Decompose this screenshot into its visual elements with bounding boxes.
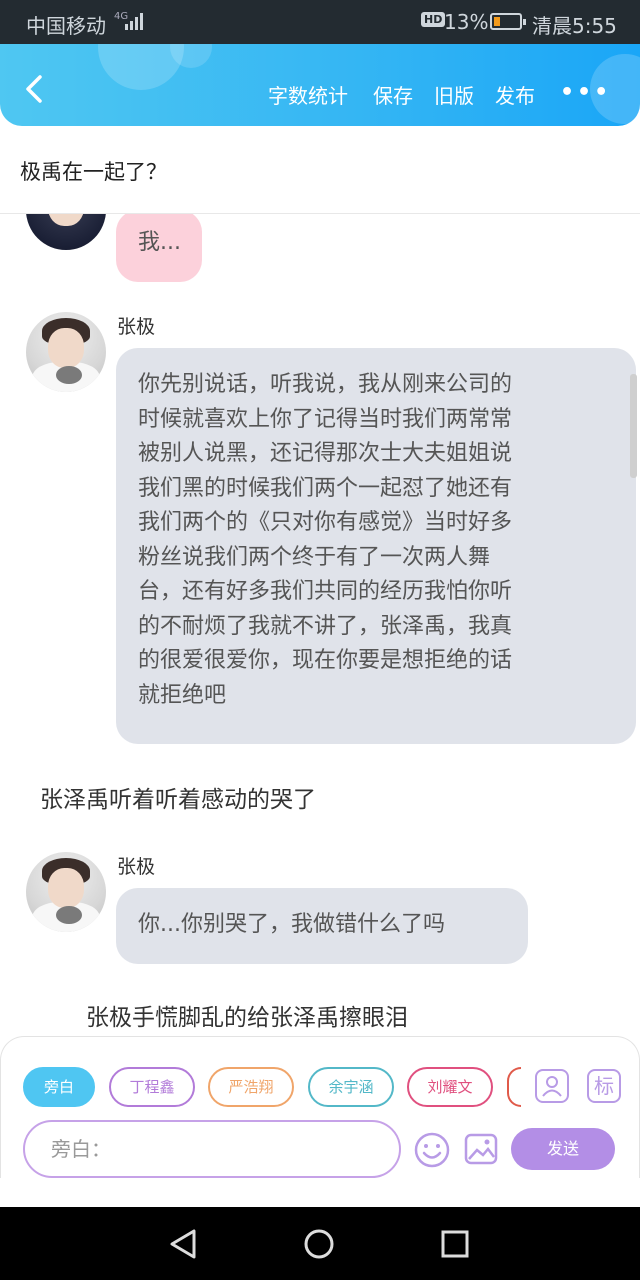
avatar[interactable] [26, 214, 106, 250]
back-icon[interactable] [22, 74, 46, 104]
avatar[interactable] [26, 312, 106, 392]
role-chip-ding[interactable]: 丁程鑫 [109, 1067, 195, 1107]
person-card-icon[interactable] [535, 1069, 569, 1103]
message-line: 你先别说话，听我说，我从刚来公司的 [138, 372, 513, 397]
battery-icon [490, 13, 526, 30]
role-chip-yu[interactable]: 余宇涵 [308, 1067, 394, 1107]
message-line: 的很爱很爱你，现在你要是想拒绝的话 [138, 648, 513, 673]
narration-text[interactable]: 张极手慌脚乱的给张泽禹擦眼泪 [86, 998, 408, 1032]
tag-icon[interactable]: 标 [587, 1069, 621, 1103]
home-nav-icon[interactable] [302, 1227, 336, 1261]
send-button[interactable]: 发送 [511, 1128, 615, 1170]
sender-name: 张极 [117, 316, 156, 338]
recents-nav-icon[interactable] [438, 1227, 472, 1261]
message-line: 我们两个的《只对你有感觉》当时好多 [138, 510, 513, 535]
sender-name: 张极 [117, 856, 156, 878]
status-bar: 中国移动 4G HD 13% 清晨5:55 [0, 0, 640, 44]
image-icon[interactable] [463, 1131, 499, 1167]
carrier-label: 中国移动 [26, 14, 106, 38]
message-bubble[interactable]: 我... [116, 214, 202, 282]
system-nav-bar [0, 1207, 640, 1280]
message-text: 我... [138, 230, 181, 255]
word-count-button[interactable]: 字数统计 [268, 80, 348, 109]
old-version-button[interactable]: 旧版 [434, 80, 474, 109]
publish-button[interactable]: 发布 [495, 80, 535, 109]
message-line: 粉丝说我们两个终于有了一次两人舞 [138, 544, 491, 570]
message-line: 台，还有好多我们共同的经历我怕你听 [138, 579, 513, 604]
signal-icon [125, 13, 143, 30]
page-title: 极禹在一起了？ [20, 160, 167, 184]
battery-percent: 13% [444, 10, 489, 34]
composer-panel: 旁白 丁程鑫 严浩翔 余宇涵 刘耀文 标 旁白： 发送 [0, 1036, 640, 1178]
message-bubble[interactable]: 你...你别哭了，我做错什么了吗 [116, 888, 528, 964]
hd-badge: HD [421, 12, 446, 27]
role-chip-narrator[interactable]: 旁白 [23, 1067, 95, 1107]
emoji-icon[interactable] [413, 1131, 451, 1169]
back-nav-icon[interactable] [166, 1227, 200, 1261]
clock: 清晨5:55 [532, 14, 617, 38]
message-line: 时候就喜欢上你了记得当时我们两常常 [138, 406, 513, 432]
role-chip-yan[interactable]: 严浩翔 [208, 1067, 294, 1107]
narration-input[interactable]: 旁白： [23, 1120, 401, 1178]
message-line: 的不耐烦了我就不讲了，张泽禹，我真 [138, 613, 513, 639]
more-icon[interactable]: ••• [560, 80, 611, 105]
message-text: 你...你别哭了，我做错什么了吗 [138, 912, 445, 937]
app-header: 字数统计 保存 旧版 发布 ••• [0, 44, 640, 126]
message-line: 被别人说黑，还记得那次士大夫姐姐说 [138, 441, 513, 466]
scrollbar[interactable] [630, 374, 637, 478]
save-button[interactable]: 保存 [373, 80, 413, 109]
narration-text[interactable]: 张泽禹听着听着感动的哭了 [40, 780, 316, 814]
chat-area[interactable]: 我... 张极 你先别说话，听我说，我从刚来公司的 时候就喜欢上你了记得当时我们… [0, 214, 640, 1040]
role-chip-partial[interactable] [507, 1067, 521, 1107]
role-chip-liu[interactable]: 刘耀文 [407, 1067, 493, 1107]
avatar[interactable] [26, 852, 106, 932]
message-bubble[interactable]: 你先别说话，听我说，我从刚来公司的 时候就喜欢上你了记得当时我们两常常 被别人说… [116, 348, 636, 744]
message-line: 我们黑的时候我们两个一起怼了她还有 [138, 475, 513, 501]
message-line: 就拒绝吧 [138, 682, 227, 708]
